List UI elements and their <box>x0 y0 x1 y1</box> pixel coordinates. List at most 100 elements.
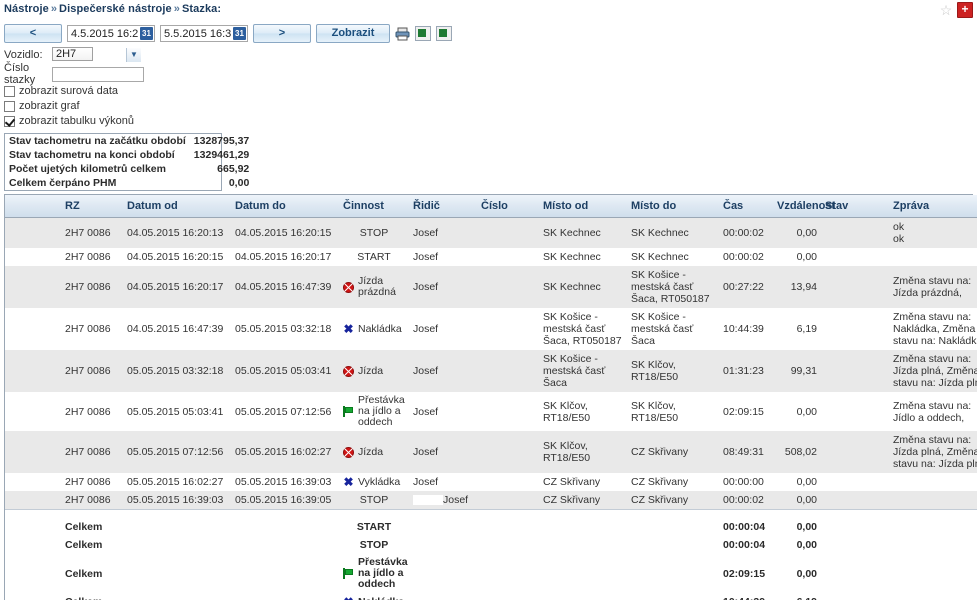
summary-label: Stav tachometru na konci období <box>9 149 175 161</box>
vehicle-select-wrapper[interactable]: 2H7 ▼ <box>52 47 142 63</box>
total-vzdalenost: 0,00 <box>773 554 821 593</box>
activity-label: Nakládka <box>358 596 404 600</box>
checkbox-raw-data-label: zobrazit surová data <box>19 85 119 97</box>
chevron-down-icon[interactable]: ▼ <box>126 48 141 62</box>
excel-export-icon[interactable] <box>415 26 431 41</box>
cell-rz: 2H7 0086 <box>61 473 123 491</box>
col-rz[interactable]: RZ <box>61 195 123 218</box>
cell-datum-do: 05.05.2015 16:39:05 <box>231 491 339 510</box>
excel-export-all-icon[interactable] <box>436 26 452 41</box>
vehicle-select[interactable]: 2H7 <box>52 47 94 61</box>
cell-stav <box>821 217 889 248</box>
total-label: Celkem <box>61 536 123 554</box>
col-ridic[interactable]: Řidič <box>409 195 477 218</box>
col-stav[interactable]: Stav <box>821 195 889 218</box>
print-icon[interactable] <box>395 27 410 41</box>
total-blank <box>889 536 977 554</box>
stazka-number-label: Číslo stazky <box>4 62 36 86</box>
total-cas: 02:09:15 <box>719 554 773 593</box>
total-blank <box>821 518 889 536</box>
cell-cas: 01:31:23 <box>719 350 773 392</box>
table-row[interactable]: 2H7 0086 04.05.2015 16:20:13 04.05.2015 … <box>5 217 977 248</box>
checkbox-show-performance-table[interactable]: zobrazit tabulku výkonů <box>4 114 222 128</box>
cell-datum-do: 04.05.2015 16:47:39 <box>231 266 339 308</box>
col-datum-od[interactable]: Datum od <box>123 195 231 218</box>
loading-tools-icon: ✖ <box>343 596 354 600</box>
col-cinnost[interactable]: Činnost <box>339 195 409 218</box>
table-row[interactable]: 2H7 0086 05.05.2015 03:32:18 05.05.2015 … <box>5 350 977 392</box>
stazka-number-row: Číslo stazky <box>4 62 222 86</box>
col-vzdalenost[interactable]: Vzdálenost <box>773 195 835 218</box>
calendar-icon[interactable]: 31 <box>140 27 153 40</box>
drive-icon <box>343 446 354 458</box>
prev-period-button[interactable]: < <box>4 24 62 43</box>
total-blank <box>231 593 339 600</box>
total-blank <box>477 554 539 593</box>
table-row[interactable]: 2H7 0086 05.05.2015 05:03:41 05.05.2015 … <box>5 392 977 431</box>
table-row[interactable]: 2H7 0086 04.05.2015 16:20:17 04.05.2015 … <box>5 266 977 308</box>
total-blank <box>821 536 889 554</box>
show-button[interactable]: Zobrazit <box>316 24 390 43</box>
cell-vzdalenost: 0,00 <box>773 217 821 248</box>
odometer-summary-box: Stav tachometru na začátku období 132879… <box>4 133 249 191</box>
breadcrumb: Nástroje» Dispečerské nástroje» Stazka: <box>4 3 221 15</box>
checkbox-show-graph-box[interactable] <box>4 100 15 112</box>
cell-datum-od: 05.05.2015 16:39:03 <box>123 491 231 510</box>
cell-datum-do: 05.05.2015 05:03:41 <box>231 350 339 392</box>
col-cas[interactable]: Čas <box>719 195 773 218</box>
table-row[interactable]: 2H7 0086 04.05.2015 16:47:39 05.05.2015 … <box>5 308 977 350</box>
summary-value: 1328795,37 <box>193 135 250 147</box>
checkbox-raw-data[interactable]: zobrazit surová data <box>4 84 222 98</box>
calendar-icon[interactable]: 31 <box>233 27 246 40</box>
col-misto-od[interactable]: Místo od <box>539 195 627 218</box>
cell-datum-do: 05.05.2015 07:12:56 <box>231 392 339 431</box>
col-zprava[interactable]: Zpráva <box>889 195 977 218</box>
favorite-star-icon[interactable]: ☆ <box>939 3 953 17</box>
breadcrumb-dispatcher-tools[interactable]: Dispečerské nástroje <box>59 3 172 15</box>
activity-label: STOP <box>359 538 389 551</box>
cell-cas: 10:44:39 <box>719 308 773 350</box>
cell-cas: 00:00:02 <box>719 491 773 510</box>
stazka-number-input[interactable] <box>52 66 144 82</box>
col-cislo[interactable]: Číslo <box>477 195 539 218</box>
table-row[interactable]: 2H7 0086 05.05.2015 07:12:56 05.05.2015 … <box>5 431 977 473</box>
row-spacer <box>5 518 61 536</box>
drive-icon <box>343 365 354 377</box>
cell-rz: 2H7 0086 <box>61 431 123 473</box>
activity-label: Jízda <box>358 364 384 377</box>
cell-vzdalenost: 0,00 <box>773 392 821 431</box>
checkbox-show-performance-table-box[interactable] <box>4 115 15 127</box>
cell-vzdalenost: 13,94 <box>773 266 821 308</box>
table-row[interactable]: 2H7 0086 05.05.2015 16:02:27 05.05.2015 … <box>5 473 977 491</box>
activity-wrap: STOP <box>343 538 405 551</box>
row-spacer <box>5 554 61 593</box>
cell-cinnost: Jízda prázdná <box>339 266 409 308</box>
cell-rz: 2H7 0086 <box>61 217 123 248</box>
col-spacer <box>5 195 61 218</box>
cell-datum-do: 05.05.2015 16:39:03 <box>231 473 339 491</box>
table-row[interactable]: 2H7 0086 04.05.2015 16:20:15 04.05.2015 … <box>5 248 977 266</box>
cell-misto-od: SK Kechnec <box>539 248 627 266</box>
summary-row: Celkem čerpáno PHM 0,00 <box>5 176 253 190</box>
cell-cas: 00:00:00 <box>719 473 773 491</box>
cell-cislo <box>477 266 539 308</box>
checkbox-raw-data-box[interactable] <box>4 85 15 97</box>
add-plus-icon[interactable]: + <box>957 2 973 18</box>
table-row[interactable]: 2H7 0086 05.05.2015 16:39:03 05.05.2015 … <box>5 491 977 510</box>
cell-vzdalenost: 0,00 <box>773 491 821 510</box>
cell-misto-od: SK Kechnec <box>539 266 627 308</box>
col-datum-do[interactable]: Datum do <box>231 195 339 218</box>
cell-rz: 2H7 0086 <box>61 350 123 392</box>
total-blank <box>123 593 231 600</box>
total-blank <box>409 554 477 593</box>
summary-row: Stav tachometru na konci období 1329461,… <box>5 148 253 162</box>
cell-vzdalenost: 0,00 <box>773 248 821 266</box>
checkbox-show-graph[interactable]: zobrazit graf <box>4 99 222 113</box>
checkbox-show-performance-table-label: zobrazit tabulku výkonů <box>19 115 134 127</box>
next-period-button[interactable]: > <box>253 24 311 43</box>
breadcrumb-tools[interactable]: Nástroje <box>4 3 49 15</box>
activity-label: STOP <box>359 226 389 239</box>
total-blank <box>409 518 477 536</box>
total-blank <box>627 593 719 600</box>
col-misto-do[interactable]: Místo do <box>627 195 719 218</box>
